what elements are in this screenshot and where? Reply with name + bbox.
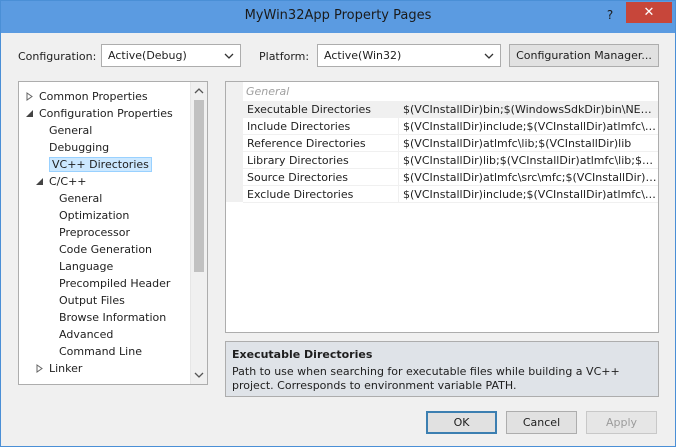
grid-row[interactable]: Library Directories $(VCInstallDir)lib;$(… bbox=[243, 152, 658, 169]
tree-item[interactable]: Configuration Properties bbox=[26, 105, 173, 122]
tree-item-label: Common Properties bbox=[39, 90, 148, 103]
column-separator bbox=[398, 152, 399, 169]
tree-item-label: Browse Information bbox=[59, 311, 167, 324]
tree-item-label: Precompiled Header bbox=[59, 277, 171, 290]
expanded-triangle-icon[interactable] bbox=[35, 177, 44, 186]
tree-item[interactable]: Output Files bbox=[59, 292, 125, 309]
tree-item[interactable]: VC++ Directories bbox=[49, 156, 152, 173]
grid-row[interactable]: Reference Directories $(VCInstallDir)atlm… bbox=[243, 135, 658, 152]
column-separator bbox=[398, 186, 399, 203]
window-title: MyWin32App Property Pages bbox=[244, 8, 432, 23]
tree-item-label: VC++ Directories bbox=[49, 157, 152, 172]
tree-item[interactable]: Optimization bbox=[59, 207, 129, 224]
tree-item-label: Output Files bbox=[59, 294, 125, 307]
configuration-manager-button[interactable]: Configuration Manager... bbox=[509, 44, 659, 67]
grid-gutter bbox=[226, 82, 243, 202]
description-text: Path to use when searching for executabl… bbox=[232, 365, 620, 392]
configuration-dropdown[interactable]: Active(Debug) bbox=[101, 44, 241, 67]
property-grid[interactable]: General Executable Directories $(VCInstal… bbox=[225, 81, 659, 333]
expanded-triangle-icon[interactable] bbox=[25, 109, 34, 118]
column-separator bbox=[398, 135, 399, 152]
tree-item-label: Debugging bbox=[49, 141, 110, 154]
close-button[interactable]: ✕ bbox=[626, 2, 672, 23]
scroll-down-icon[interactable] bbox=[194, 370, 204, 380]
tree-item-label: Optimization bbox=[59, 209, 130, 222]
tree-item[interactable]: C/C++ bbox=[36, 173, 87, 190]
property-name: Reference Directories bbox=[247, 137, 366, 150]
tree-item-label: C/C++ bbox=[49, 175, 87, 188]
property-value[interactable]: $(VCInstallDir)atlmfc\src\mfc;$(VCInstal… bbox=[403, 171, 657, 184]
property-value[interactable]: $(VCInstallDir)atlmfc\lib;$(VCInstallDir… bbox=[403, 137, 657, 150]
property-value[interactable]: $(VCInstallDir)include;$(VCInstallDir)at… bbox=[403, 120, 657, 133]
property-tree[interactable]: Common Properties Configuration Propertie… bbox=[18, 81, 208, 385]
tree-item-label: Configuration Properties bbox=[39, 107, 173, 120]
tree-item-label: Command Line bbox=[59, 345, 142, 358]
tree-item[interactable]: Common Properties bbox=[26, 88, 148, 105]
grid-row[interactable]: Executable Directories $(VCInstallDir)bin… bbox=[243, 101, 658, 118]
property-value[interactable]: $(VCInstallDir)include;$(VCInstallDir)at… bbox=[403, 188, 657, 201]
tree-item-label: General bbox=[59, 192, 103, 205]
grid-category: General bbox=[246, 85, 290, 98]
tree-item[interactable]: Command Line bbox=[59, 343, 142, 360]
help-button[interactable]: ? bbox=[601, 6, 619, 24]
tree-item-label: Language bbox=[59, 260, 114, 273]
property-name: Source Directories bbox=[247, 171, 349, 184]
property-name: Include Directories bbox=[247, 120, 351, 133]
tree-item-label: Code Generation bbox=[59, 243, 153, 256]
property-pages-window: MyWin32App Property Pages ? ✕ Configurat… bbox=[0, 0, 676, 447]
grid-row[interactable]: Source Directories $(VCInstallDir)atlmfc\… bbox=[243, 169, 658, 186]
title-bar[interactable]: MyWin32App Property Pages ? ✕ bbox=[1, 1, 675, 33]
scroll-up-icon[interactable] bbox=[194, 86, 204, 96]
configuration-label: Configuration: bbox=[18, 50, 97, 63]
tree-item[interactable]: General bbox=[59, 190, 102, 207]
tree-item[interactable]: Linker bbox=[36, 360, 83, 377]
tree-scrollbar[interactable] bbox=[190, 82, 207, 384]
chevron-down-icon bbox=[224, 53, 234, 59]
chevron-down-icon bbox=[484, 53, 494, 59]
property-name: Library Directories bbox=[247, 154, 349, 167]
tree-item[interactable]: Debugging bbox=[49, 139, 109, 156]
property-name: Executable Directories bbox=[247, 103, 372, 116]
grid-row[interactable]: Exclude Directories $(VCInstallDir)includ… bbox=[243, 186, 658, 203]
tree-item[interactable]: Language bbox=[59, 258, 113, 275]
scroll-thumb[interactable] bbox=[194, 100, 204, 272]
platform-value: Active(Win32) bbox=[324, 49, 402, 62]
tree-item[interactable]: Preprocessor bbox=[59, 224, 130, 241]
tree-item-label: Advanced bbox=[59, 328, 114, 341]
grid-row[interactable]: Include Directories $(VCInstallDir)includ… bbox=[243, 118, 658, 135]
apply-button[interactable]: Apply bbox=[586, 411, 657, 434]
column-separator bbox=[398, 101, 399, 118]
platform-dropdown[interactable]: Active(Win32) bbox=[317, 44, 501, 67]
tree-item[interactable]: Code Generation bbox=[59, 241, 152, 258]
property-value[interactable]: $(VCInstallDir)bin;$(WindowsSdkDir)bin\N… bbox=[403, 103, 657, 116]
tree-item-label: Linker bbox=[49, 362, 83, 375]
collapsed-triangle-icon[interactable] bbox=[35, 364, 44, 373]
ok-button[interactable]: OK bbox=[426, 411, 497, 434]
property-value[interactable]: $(VCInstallDir)lib;$(VCInstallDir)atlmfc… bbox=[403, 154, 657, 167]
property-name: Exclude Directories bbox=[247, 188, 354, 201]
tree-item[interactable]: General bbox=[49, 122, 92, 139]
tree-item[interactable]: Advanced bbox=[59, 326, 113, 343]
tree-item[interactable]: Precompiled Header bbox=[59, 275, 170, 292]
collapsed-triangle-icon[interactable] bbox=[25, 92, 34, 101]
column-separator bbox=[398, 169, 399, 186]
platform-label: Platform: bbox=[259, 50, 310, 63]
tree-item-label: General bbox=[49, 124, 93, 137]
description-title: Executable Directories bbox=[232, 348, 373, 361]
tree-item[interactable]: Browse Information bbox=[59, 309, 166, 326]
cancel-button[interactable]: Cancel bbox=[506, 411, 577, 434]
column-separator bbox=[398, 118, 399, 135]
description-panel: Executable Directories Path to use when … bbox=[225, 341, 659, 397]
tree-item-label: Preprocessor bbox=[59, 226, 131, 239]
configuration-value: Active(Debug) bbox=[108, 49, 187, 62]
